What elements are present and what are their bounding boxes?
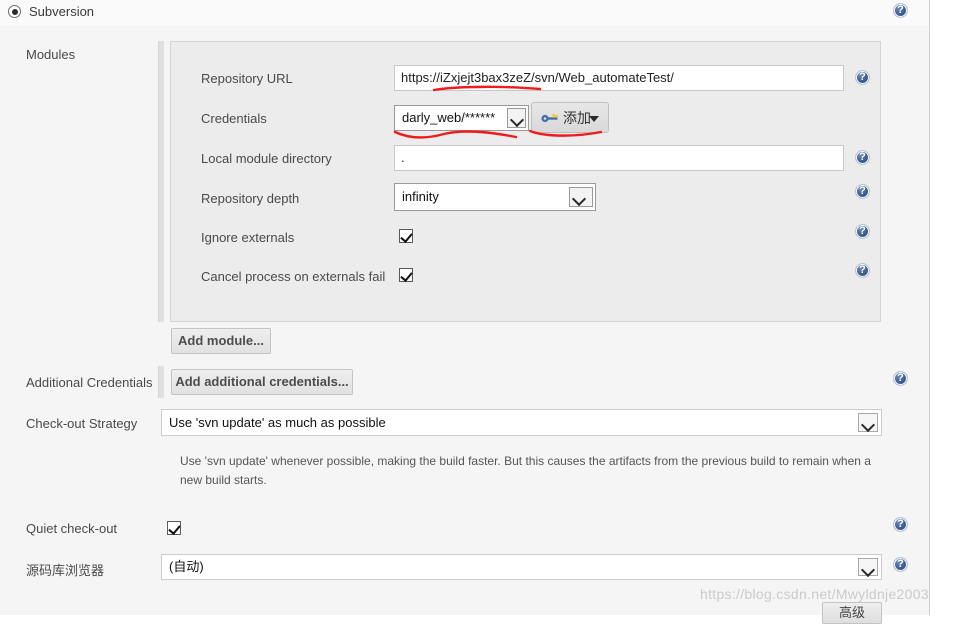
repository-browser-label: 源码库浏览器 xyxy=(26,563,105,578)
credentials-select[interactable]: darly_web/****** xyxy=(394,105,529,131)
add-module-button[interactable]: Add module... xyxy=(171,328,271,354)
ignore-externals-checkbox[interactable] xyxy=(399,229,413,243)
page-root: Subversion Modules Repository URL https:… xyxy=(0,0,955,624)
repository-depth-select[interactable]: infinity xyxy=(394,183,596,211)
modules-section-label: Modules xyxy=(26,47,76,62)
quiet-checkout-checkbox[interactable] xyxy=(167,521,181,535)
checkout-strategy-label: Check-out Strategy xyxy=(26,416,138,431)
help-icon-repository-browser[interactable] xyxy=(893,557,908,572)
help-icon-quiet-checkout[interactable] xyxy=(893,517,908,532)
add-additional-credentials-button[interactable]: Add additional credentials... xyxy=(171,369,353,395)
repository-url-label: Repository URL xyxy=(201,71,293,86)
checkout-strategy-select[interactable]: Use 'svn update' as much as possible xyxy=(161,409,882,436)
checkout-strategy-description: Use 'svn update' whenever possible, maki… xyxy=(180,454,871,487)
scm-selection-row: Subversion xyxy=(0,0,929,26)
repository-depth-value: infinity xyxy=(402,189,439,204)
help-icon-scm[interactable] xyxy=(893,3,908,18)
help-icon-ignore-externals[interactable] xyxy=(855,224,870,239)
key-icon xyxy=(541,114,558,123)
scm-subversion-label: Subversion xyxy=(29,4,95,19)
help-icon-repository-url[interactable] xyxy=(855,70,870,85)
chevron-down-icon-repository-browser xyxy=(858,558,878,576)
repository-depth-label: Repository depth xyxy=(201,191,300,206)
local-module-directory-input[interactable]: . xyxy=(394,145,844,171)
checkout-strategy-value: Use 'svn update' as much as possible xyxy=(169,415,386,430)
chevron-down-icon-credentials xyxy=(507,108,526,128)
help-icon-repository-depth[interactable] xyxy=(855,184,870,199)
help-icon-local-module-directory[interactable] xyxy=(855,150,870,165)
modules-panel: Repository URL https://iZxjejt3bax3zeZ/s… xyxy=(170,41,881,322)
help-icon-cancel-process-externals[interactable] xyxy=(855,263,870,278)
cancel-process-externals-checkbox[interactable] xyxy=(399,268,413,282)
additional-credentials-separator-bar xyxy=(158,366,164,398)
repository-browser-value: (自动) xyxy=(169,559,204,574)
radio-subversion[interactable] xyxy=(8,5,21,18)
advanced-button[interactable]: 高级 xyxy=(822,602,882,624)
chevron-down-icon-add-credentials xyxy=(589,116,599,122)
repository-url-input[interactable]: https://iZxjejt3bax3zeZ/svn/Web_automate… xyxy=(394,65,844,91)
chevron-down-icon-repository-depth xyxy=(569,187,593,207)
ignore-externals-label: Ignore externals xyxy=(201,230,295,245)
local-module-directory-label: Local module directory xyxy=(201,151,332,166)
modules-separator-bar xyxy=(158,41,164,322)
cancel-process-externals-label: Cancel process on externals fail xyxy=(201,269,386,284)
credentials-select-value: darly_web/****** xyxy=(402,110,496,125)
repository-browser-select[interactable]: (自动) xyxy=(161,554,882,580)
add-credentials-button[interactable]: 添加 xyxy=(531,102,609,133)
chevron-down-icon-checkout-strategy xyxy=(858,413,878,432)
help-icon-additional-credentials[interactable] xyxy=(893,371,908,386)
add-credentials-label: 添加 xyxy=(563,110,591,126)
additional-credentials-label: Additional Credentials xyxy=(26,375,153,390)
credentials-label: Credentials xyxy=(201,111,267,126)
quiet-checkout-label: Quiet check-out xyxy=(26,521,118,536)
